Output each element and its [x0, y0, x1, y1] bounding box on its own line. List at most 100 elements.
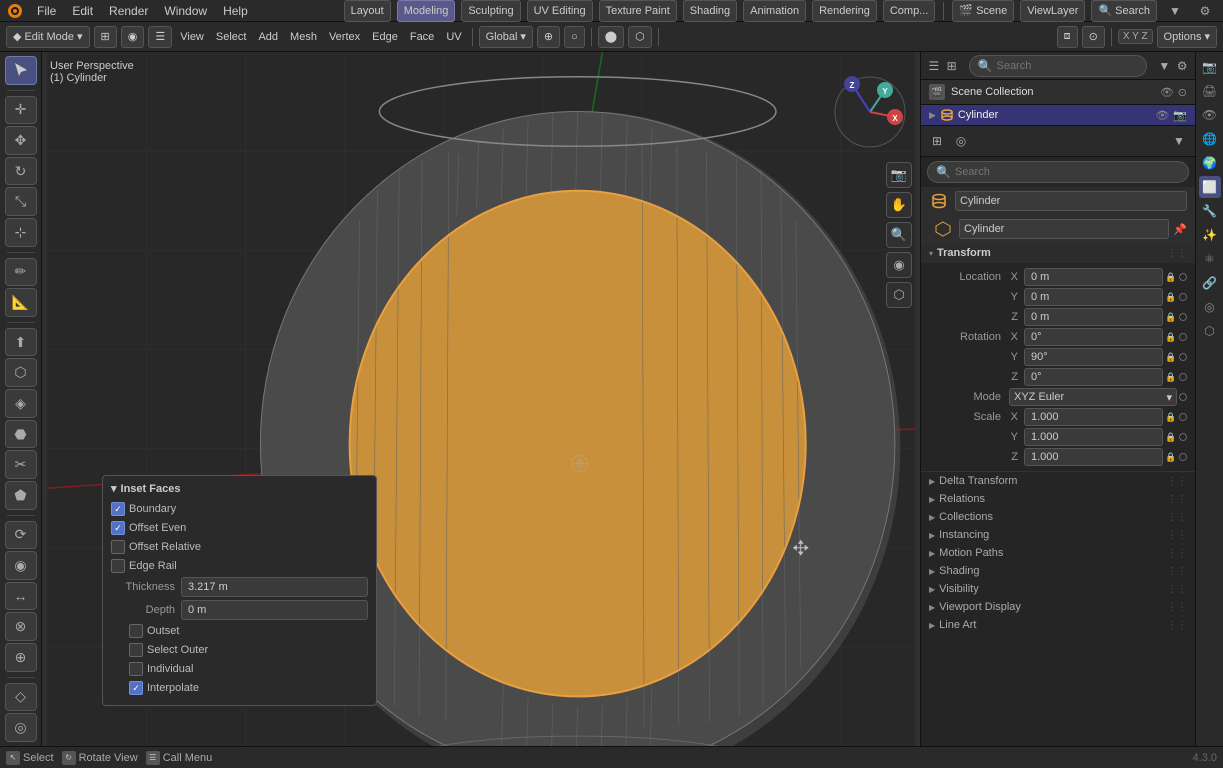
outset-checkbox[interactable]: [129, 624, 143, 638]
shading-wireframe-btn[interactable]: ⬡: [628, 26, 652, 48]
view-layer[interactable]: ViewLayer: [1020, 0, 1085, 22]
transform-header[interactable]: ▾ Transform ⋮⋮: [921, 243, 1195, 263]
shading-tab[interactable]: Shading: [683, 0, 737, 22]
call-menu-item[interactable]: ☰ Call Menu: [146, 751, 213, 765]
texture-paint-tab[interactable]: Texture Paint: [599, 0, 677, 22]
collapse-icon[interactable]: ▾: [111, 482, 117, 495]
anim-dot-1[interactable]: [1179, 273, 1187, 281]
bevel-btn[interactable]: ◈: [5, 389, 37, 418]
hand-pan-btn[interactable]: ✋: [886, 192, 912, 218]
animation-tab[interactable]: Animation: [743, 0, 806, 22]
modeling-tab[interactable]: Modeling: [397, 0, 456, 22]
navigation-gizmo[interactable]: Y X Z: [830, 72, 910, 152]
collections-section[interactable]: ▶ Collections ⋮⋮: [921, 508, 1195, 526]
display-mode-btn[interactable]: ⊞: [945, 54, 959, 78]
layout-tab[interactable]: Layout: [344, 0, 391, 22]
instancing-section[interactable]: ▶ Instancing ⋮⋮: [921, 526, 1195, 544]
measure-tool-btn[interactable]: 📐: [5, 288, 37, 317]
select-outer-checkbox[interactable]: [129, 643, 143, 657]
rotate-tool-btn[interactable]: ↻: [5, 157, 37, 186]
settings-outliner-btn[interactable]: ⚙: [1175, 54, 1189, 78]
constraints-props-tab[interactable]: 🔗: [1199, 272, 1221, 294]
anim-dot-6[interactable]: [1179, 373, 1187, 381]
outliner-icon[interactable]: ☰: [927, 54, 941, 78]
object-type-field[interactable]: Cylinder: [959, 219, 1169, 239]
props-icon-2[interactable]: ◎: [949, 129, 973, 153]
rendering-tab[interactable]: Rendering: [812, 0, 877, 22]
material-props-tab[interactable]: ⬡: [1199, 320, 1221, 342]
depth-value[interactable]: 0 m: [181, 600, 368, 620]
render-preview-btn[interactable]: ◉: [886, 252, 912, 278]
overlay-btn[interactable]: ⊙: [1082, 26, 1105, 48]
view-label[interactable]: View: [176, 31, 208, 43]
camera-icon[interactable]: ⊙: [1178, 86, 1187, 99]
delta-transform-section[interactable]: ▶ Delta Transform ⋮⋮: [921, 472, 1195, 490]
wire-btn[interactable]: ☰: [148, 26, 172, 48]
visibility-section[interactable]: ▶ Visibility ⋮⋮: [921, 580, 1195, 598]
render-props-tab[interactable]: 📷: [1199, 56, 1221, 78]
scale-tool-btn[interactable]: ⤡: [5, 187, 37, 216]
global-btn[interactable]: Global ▾: [479, 26, 533, 48]
edge-rail-checkbox[interactable]: [111, 559, 125, 573]
individual-checkbox[interactable]: [129, 662, 143, 676]
push-pull-btn[interactable]: ⊕: [5, 643, 37, 672]
filter-props-btn[interactable]: ▼: [1167, 129, 1191, 153]
menu-window[interactable]: Window: [157, 2, 214, 20]
modifier-props-tab[interactable]: 🔧: [1199, 200, 1221, 222]
properties-search[interactable]: 🔍: [927, 161, 1189, 183]
camera-view-btn[interactable]: 📷: [886, 162, 912, 188]
extrude-btn[interactable]: ⬆: [5, 328, 37, 357]
annotate-tool-btn[interactable]: ✏: [5, 258, 37, 287]
mode-select[interactable]: XYZ Euler ▾: [1009, 388, 1177, 406]
poly-build-btn[interactable]: ⬟: [5, 481, 37, 510]
anim-dot-3[interactable]: [1179, 313, 1187, 321]
options-icon-btn[interactable]: ⊞: [94, 26, 117, 48]
material-preview-btn[interactable]: ⬡: [886, 282, 912, 308]
menu-edit[interactable]: Edit: [65, 2, 100, 20]
rotation-y-field[interactable]: 90°: [1024, 348, 1163, 366]
rotation-x-field[interactable]: 0°: [1024, 328, 1163, 346]
move-tool-btn[interactable]: ✥: [5, 126, 37, 155]
anim-dot-10[interactable]: [1179, 453, 1187, 461]
interpolate-checkbox[interactable]: [129, 681, 143, 695]
thickness-value[interactable]: 3.217 m: [181, 577, 368, 597]
inset-btn[interactable]: ⬡: [5, 358, 37, 387]
sculpting-tab[interactable]: Sculpting: [461, 0, 520, 22]
edge-label[interactable]: Edge: [368, 31, 402, 43]
knife-btn[interactable]: ✂: [5, 450, 37, 479]
motion-paths-section[interactable]: ▶ Motion Paths ⋮⋮: [921, 544, 1195, 562]
cylinder-item-row[interactable]: ▶ Cylinder 👁 📷: [921, 105, 1195, 126]
render-cylinder-icon[interactable]: 📷: [1173, 109, 1187, 122]
rotation-z-field[interactable]: 0°: [1024, 368, 1163, 386]
compositing-tab[interactable]: Comp...: [883, 0, 936, 22]
vertex-label[interactable]: Vertex: [325, 31, 364, 43]
location-x-field[interactable]: 0 m: [1024, 268, 1163, 286]
viewport-display-section[interactable]: ▶ Viewport Display ⋮⋮: [921, 598, 1195, 616]
select-label-top[interactable]: Select: [212, 31, 251, 43]
rotate-view-item[interactable]: ↻ Rotate View: [62, 751, 138, 765]
top-right-btn[interactable]: ⚙: [1193, 0, 1217, 23]
face-label[interactable]: Face: [406, 31, 438, 43]
mesh-label-top[interactable]: Mesh: [286, 31, 321, 43]
view-props-tab[interactable]: 👁: [1199, 104, 1221, 126]
shear-btn[interactable]: ◇: [5, 683, 37, 712]
viewport[interactable]: User Perspective (1) Cylinder Y X Z: [42, 52, 920, 746]
spin-btn[interactable]: ⟳: [5, 521, 37, 550]
mode-switcher[interactable]: ◆ Edit Mode ▾: [6, 26, 90, 48]
pin-icon[interactable]: 📌: [1173, 223, 1187, 236]
boundary-checkbox[interactable]: [111, 502, 125, 516]
top-search[interactable]: 🔍 Search: [1091, 0, 1157, 22]
smooth-btn[interactable]: ◉: [5, 551, 37, 580]
workspace-scene[interactable]: 🎬 Scene: [952, 0, 1014, 22]
add-label-top[interactable]: Add: [254, 31, 282, 43]
shrink-fatten-btn[interactable]: ⊗: [5, 612, 37, 641]
anim-dot-4[interactable]: [1179, 333, 1187, 341]
line-art-section[interactable]: ▶ Line Art ⋮⋮: [921, 616, 1195, 634]
filter-btn[interactable]: ▼: [1163, 0, 1187, 23]
physics-props-tab[interactable]: ⚛: [1199, 248, 1221, 270]
uv-label[interactable]: UV: [442, 31, 465, 43]
scale-y-field[interactable]: 1.000: [1024, 428, 1163, 446]
eye-cylinder-icon[interactable]: 👁: [1155, 109, 1169, 122]
anim-dot-2[interactable]: [1179, 293, 1187, 301]
object-props-tab[interactable]: ⬜: [1199, 176, 1221, 198]
